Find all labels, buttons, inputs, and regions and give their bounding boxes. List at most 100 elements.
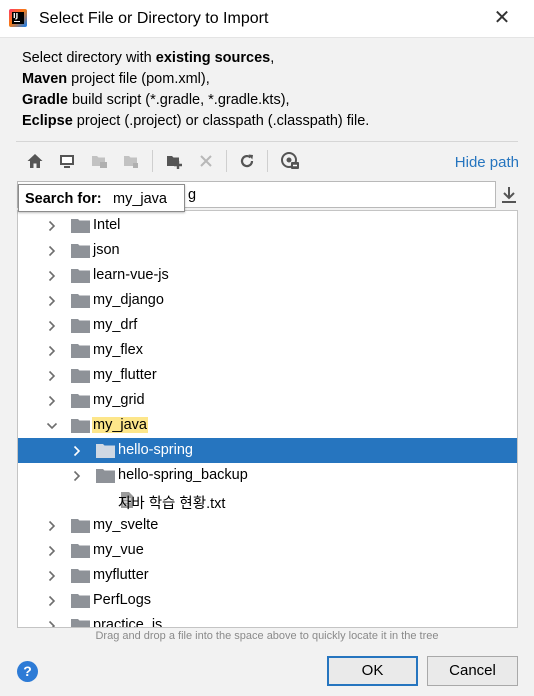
help-icon[interactable]: ?: [17, 661, 38, 682]
chevron-right-icon[interactable]: [46, 220, 58, 232]
tree-row[interactable]: my_flex: [18, 338, 517, 363]
file-chooser-toolbar: Hide path: [16, 146, 524, 176]
search-label: Search for:: [25, 191, 102, 207]
tree-row[interactable]: json: [18, 238, 517, 263]
dialog-description: Select directory with existing sources, …: [22, 48, 369, 132]
path-input-visible-text: g: [188, 187, 197, 203]
show-hidden-icon[interactable]: [278, 149, 302, 173]
tree-row-label: 자바 학습 현황.txt: [118, 496, 226, 512]
chevron-right-icon[interactable]: [46, 270, 58, 282]
tree-row-label: practice_js: [93, 617, 163, 628]
chevron-right-icon[interactable]: [46, 345, 58, 357]
folder-icon: [96, 468, 115, 483]
speed-search-popup[interactable]: Search for: my_java: [18, 184, 185, 212]
search-query[interactable]: my_java: [113, 191, 167, 207]
tree-row-label: my_django: [93, 292, 164, 308]
chevron-right-icon[interactable]: [71, 445, 83, 457]
toolbar-separator: [152, 150, 153, 172]
chevron-right-icon[interactable]: [46, 395, 58, 407]
refresh-icon[interactable]: [235, 149, 259, 173]
tree-row[interactable]: Intel: [18, 213, 517, 238]
tree-row[interactable]: hello-spring: [18, 438, 517, 463]
home-icon[interactable]: [23, 149, 47, 173]
tree-row[interactable]: my_drf: [18, 313, 517, 338]
desc-line4-text: project (.project) or classpath (.classp…: [72, 113, 370, 129]
delete-icon: [194, 149, 218, 173]
chevron-right-icon[interactable]: [46, 545, 58, 557]
ok-button[interactable]: OK: [327, 656, 418, 686]
new-folder-icon[interactable]: [162, 149, 186, 173]
tree-row-label: my_svelte: [93, 517, 159, 533]
tree-row-label: hello-spring: [118, 442, 193, 458]
tree-row-label: Intel: [93, 217, 121, 233]
folder-icon: [71, 218, 90, 233]
hide-path-link[interactable]: Hide path: [455, 154, 519, 171]
tree-row[interactable]: my_django: [18, 288, 517, 313]
chevron-right-icon[interactable]: [46, 245, 58, 257]
chevron-right-icon[interactable]: [46, 295, 58, 307]
chevron-right-icon[interactable]: [46, 570, 58, 582]
desc-line3-text: build script (*.gradle, *.gradle.kts),: [67, 92, 290, 108]
desktop-icon[interactable]: [55, 149, 79, 173]
desc-line1-bold: existing sources: [155, 50, 271, 66]
folder-icon: [71, 593, 90, 608]
tree-row[interactable]: practice_js: [18, 613, 517, 628]
tree-row[interactable]: my_flutter: [18, 363, 517, 388]
tree-row[interactable]: my_grid: [18, 388, 517, 413]
close-icon[interactable]: ✕: [492, 7, 512, 29]
download-icon[interactable]: [500, 184, 518, 206]
chevron-down-icon[interactable]: [46, 420, 58, 432]
drag-drop-hint: Drag and drop a file into the space abov…: [95, 630, 439, 642]
folder-icon: [71, 543, 90, 558]
folder-icon: [71, 318, 90, 333]
folder-icon: [71, 393, 90, 408]
chevron-right-icon[interactable]: [71, 470, 83, 482]
tree-row[interactable]: myflutter: [18, 563, 517, 588]
chevron-right-icon[interactable]: [46, 595, 58, 607]
tree-row-label: PerfLogs: [93, 592, 152, 608]
chevron-right-icon[interactable]: [46, 520, 58, 532]
tree-row-label: json: [93, 242, 120, 258]
folder-icon: [71, 268, 90, 283]
desc-line1-text: Select directory with: [22, 50, 156, 66]
tree-row-label: my_drf: [93, 317, 138, 333]
cancel-button[interactable]: Cancel: [427, 656, 518, 686]
tree-row[interactable]: my_svelte: [18, 513, 517, 538]
tree-row-label: my_vue: [93, 542, 144, 558]
project-folder-icon: [87, 149, 111, 173]
tree-row-label: my_flex: [93, 342, 143, 358]
intellij-logo-icon: IJ: [9, 9, 27, 27]
tree-row[interactable]: my_java: [18, 413, 517, 438]
desc-line2-text: project file (pom.xml),: [67, 71, 210, 87]
chevron-right-icon[interactable]: [46, 620, 58, 627]
folder-icon: [71, 343, 90, 358]
desc-line2-bold: Maven: [22, 71, 68, 87]
folder-icon: [71, 568, 90, 583]
tree-row[interactable]: hello-spring_backup: [18, 463, 517, 488]
tree-row[interactable]: my_vue: [18, 538, 517, 563]
tree-row-label: myflutter: [93, 567, 149, 583]
toolbar-separator: [226, 150, 227, 172]
tree-row-label: my_java: [92, 417, 148, 433]
chevron-right-icon[interactable]: [46, 320, 58, 332]
dialog-title: Select File or Directory to Import: [39, 10, 269, 27]
desc-line3-bold: Gradle: [22, 92, 68, 108]
chevron-right-icon[interactable]: [46, 370, 58, 382]
folder-icon: [71, 243, 90, 258]
folder-icon: [71, 518, 90, 533]
tree-row-label: my_flutter: [93, 367, 157, 383]
title-bar: IJ Select File or Directory to Import ✕: [0, 0, 534, 38]
file-tree[interactable]: Intel json learn-vue-js my_django my_drf my_f…: [17, 210, 518, 628]
tree-row[interactable]: PerfLogs: [18, 588, 517, 613]
separator: [16, 141, 518, 142]
tree-row-label: my_grid: [93, 392, 145, 408]
toolbar-separator: [267, 150, 268, 172]
desc-line1-tail: ,: [270, 50, 275, 66]
tree-row-label: learn-vue-js: [93, 267, 169, 283]
tree-row[interactable]: learn-vue-js: [18, 263, 517, 288]
folder-icon: [71, 368, 90, 383]
tree-row-label: hello-spring_backup: [118, 467, 248, 483]
tree-row[interactable]: 자바 학습 현황.txt: [18, 488, 517, 513]
folder-icon: [96, 443, 115, 458]
folder-icon: [71, 618, 90, 627]
